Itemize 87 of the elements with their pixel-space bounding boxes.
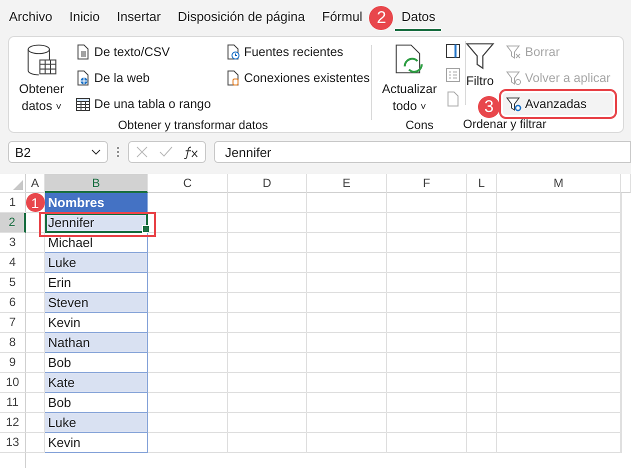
empty-cell (467, 433, 497, 453)
ribbon-tab[interactable]: Inicio (63, 5, 106, 31)
row-header[interactable]: 13 (0, 433, 26, 453)
table-cell: Erin (45, 273, 148, 293)
row-header[interactable]: 11 (0, 393, 26, 413)
empty-cell (467, 273, 497, 293)
select-all-icon[interactable] (13, 180, 23, 190)
get-data-button[interactable]: Obtener datos ˅ (15, 41, 68, 118)
table-cell: Steven (45, 293, 148, 313)
funnel-icon (465, 41, 495, 71)
table-icon (75, 96, 92, 112)
name-box[interactable]: B2 (8, 141, 108, 163)
document-globe-icon (75, 70, 92, 86)
ribbon-command[interactable]: De la web (72, 67, 214, 89)
ribbon-command[interactable]: Fuentes recientes (222, 41, 373, 63)
fill-handle[interactable] (142, 225, 150, 233)
row-header[interactable]: 3 (0, 233, 26, 253)
empty-cell (467, 233, 497, 253)
row-header[interactable]: 4 (0, 253, 26, 273)
table-cell: Jennifer (45, 213, 148, 233)
ribbon-tab[interactable]: Fórmul (316, 5, 368, 31)
table-cell: Kevin (45, 313, 148, 333)
refresh-all-button[interactable]: Actualizar todo ˅ (378, 41, 441, 118)
filter-button[interactable]: Filtro (461, 41, 499, 92)
row-header[interactable]: 9 (0, 353, 26, 373)
column-header[interactable]: D (228, 174, 307, 193)
document-icon (444, 91, 461, 107)
row-header[interactable]: 2 (0, 213, 26, 233)
ribbon-tab[interactable]: Insertar (110, 5, 167, 31)
table-header-cell: Nombres (45, 193, 148, 213)
empty-cell (467, 353, 497, 373)
drag-handle-icon (116, 146, 120, 158)
row-header[interactable]: 8 (0, 333, 26, 353)
row-header[interactable]: 1 (0, 193, 26, 213)
empty-cell (467, 213, 497, 233)
row-header[interactable]: 6 (0, 293, 26, 313)
ribbon-command[interactable]: De una tabla o rango (72, 93, 214, 115)
empty-cell (467, 413, 497, 433)
column-header[interactable]: F (387, 174, 467, 193)
step-badge: 1 (26, 193, 44, 212)
group-label: Cons (404, 118, 434, 133)
panel-icon (444, 43, 461, 59)
empty-cell (467, 373, 497, 393)
column-header[interactable]: C (148, 174, 228, 193)
table-cell: Kate (45, 373, 148, 393)
empty-cell (467, 253, 497, 273)
empty-cell (467, 193, 497, 213)
empty-cell (467, 293, 497, 313)
row-header[interactable]: 12 (0, 413, 26, 433)
row-header[interactable]: 10 (0, 373, 26, 393)
empty-cell (467, 393, 497, 413)
table-cell: Luke (45, 413, 148, 433)
table-cell: Bob (45, 353, 148, 373)
list-icon (444, 67, 461, 83)
ribbon-tab[interactable]: Datos (395, 5, 442, 31)
row-header[interactable]: 7 (0, 313, 26, 333)
database-icon (24, 43, 59, 77)
group-label: Obtener y transformar datos (116, 118, 270, 133)
column-header[interactable]: M (497, 174, 621, 193)
funnel-gear-icon (506, 96, 522, 112)
check-icon[interactable] (159, 145, 173, 159)
funnel-x-icon (506, 44, 522, 60)
formula-input[interactable]: Jennifer (214, 141, 631, 163)
chevron-down-icon (91, 149, 101, 155)
cancel-icon[interactable] (135, 145, 149, 159)
document-icon (75, 44, 92, 60)
empty-cell (467, 333, 497, 353)
ribbon-command[interactable]: De texto/CSV (72, 41, 214, 63)
step-badge: 2 (369, 6, 394, 30)
column-header[interactable]: E (307, 174, 387, 193)
empty-cell (467, 313, 497, 333)
group-label: Ordenar y filtrar (462, 117, 548, 132)
column-header[interactable]: B (45, 174, 148, 193)
table-cell: Michael (45, 233, 148, 253)
column-header[interactable]: L (467, 174, 497, 193)
table-cell: Kevin (45, 433, 148, 453)
row-header[interactable]: 5 (0, 273, 26, 293)
function-icon[interactable] (183, 146, 199, 158)
funnel-refresh-icon (506, 70, 522, 86)
table-cell: Luke (45, 253, 148, 273)
ribbon-tab[interactable]: Disposición de página (172, 5, 311, 31)
table-cell: Nathan (45, 333, 148, 353)
document-clock-icon (224, 44, 241, 60)
ribbon-tab[interactable]: Archivo (3, 5, 58, 31)
ribbon-command[interactable]: Avanzadas (503, 93, 614, 115)
document-cylinder-icon (224, 70, 241, 86)
table-cell: Bob (45, 393, 148, 413)
